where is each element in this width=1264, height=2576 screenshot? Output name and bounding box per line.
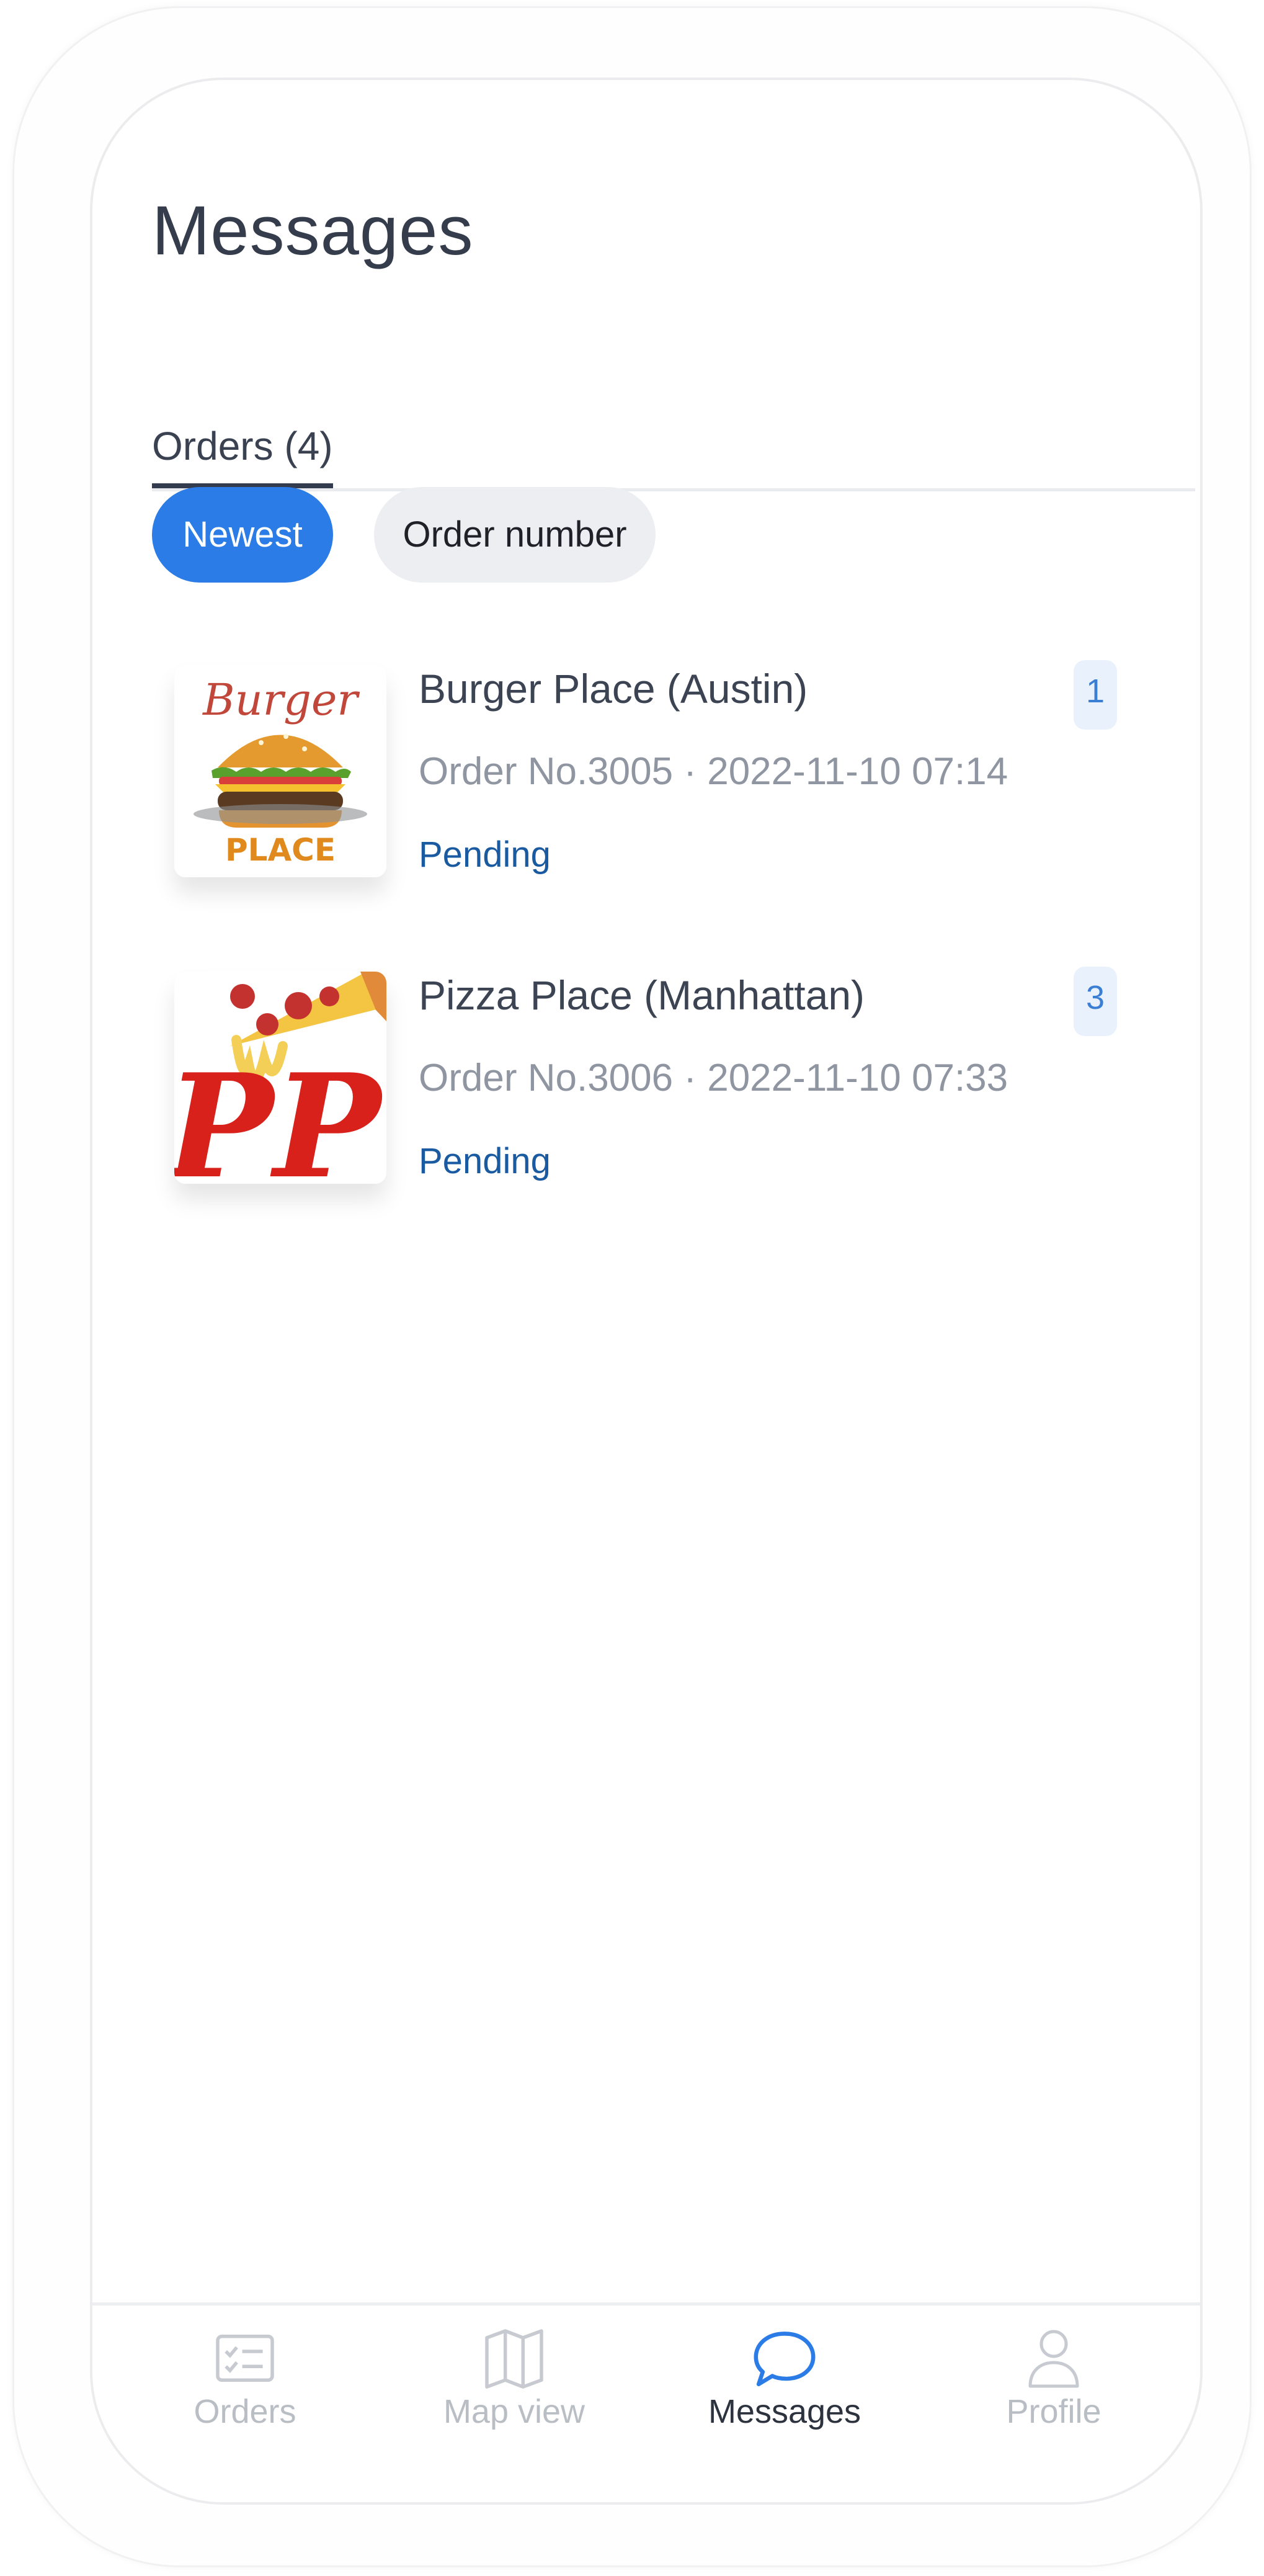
order-meta: Order No.3005 · 2022-11-10 07:14 — [419, 750, 1008, 793]
order-meta: Order No.3006 · 2022-11-10 07:33 — [419, 1057, 1008, 1099]
unread-count-badge: 3 — [1074, 967, 1117, 1036]
nav-profile-label: Profile — [1006, 2393, 1102, 2430]
order-list-item[interactable]: PP Pizza Place (Manhattan) Order No.3006… — [92, 967, 1200, 1195]
nav-messages[interactable]: Messages — [692, 2324, 878, 2431]
order-list-item[interactable]: Burger PLACE Burger Place (Austin) Order… — [92, 660, 1200, 888]
svg-text:PLACE: PLACE — [225, 832, 336, 868]
nav-map-view-label: Map view — [443, 2393, 585, 2430]
nav-map-view[interactable]: Map view — [421, 2324, 607, 2431]
restaurant-logo-pizza: PP — [174, 972, 386, 1184]
unread-count-badge: 1 — [1074, 660, 1117, 730]
order-status: Pending — [419, 1141, 551, 1181]
chat-bubble-icon — [754, 2332, 816, 2387]
nav-orders-label: Orders — [194, 2393, 296, 2430]
burger-logo-icon: Burger PLACE — [174, 665, 386, 877]
svg-text:Burger: Burger — [202, 674, 360, 725]
pizza-logo-icon: PP — [174, 972, 386, 1184]
orders-list-icon — [216, 2335, 274, 2382]
nav-profile[interactable]: Profile — [961, 2324, 1147, 2431]
order-status: Pending — [419, 834, 551, 875]
restaurant-name: Burger Place (Austin) — [419, 666, 808, 712]
tab-orders[interactable]: Orders (4) — [152, 415, 333, 488]
sort-newest-chip[interactable]: Newest — [152, 487, 333, 583]
restaurant-logo-burger: Burger PLACE — [174, 665, 386, 877]
sort-order-number-chip[interactable]: Order number — [374, 487, 656, 583]
svg-text:PP: PP — [174, 1043, 385, 1184]
phone-screen: Messages Orders (4) Newest Order number … — [90, 78, 1203, 2505]
map-icon — [485, 2329, 543, 2389]
nav-orders[interactable]: Orders — [152, 2324, 338, 2431]
phone-frame: Messages Orders (4) Newest Order number … — [12, 6, 1252, 2567]
nav-messages-label: Messages — [708, 2393, 861, 2430]
user-icon — [1028, 2330, 1079, 2388]
tab-bar: Orders (4) — [152, 415, 1195, 491]
page-title: Messages — [152, 192, 474, 269]
restaurant-name: Pizza Place (Manhattan) — [419, 972, 865, 1018]
bottom-nav: Orders Map view Messages Profile — [92, 2302, 1200, 2502]
